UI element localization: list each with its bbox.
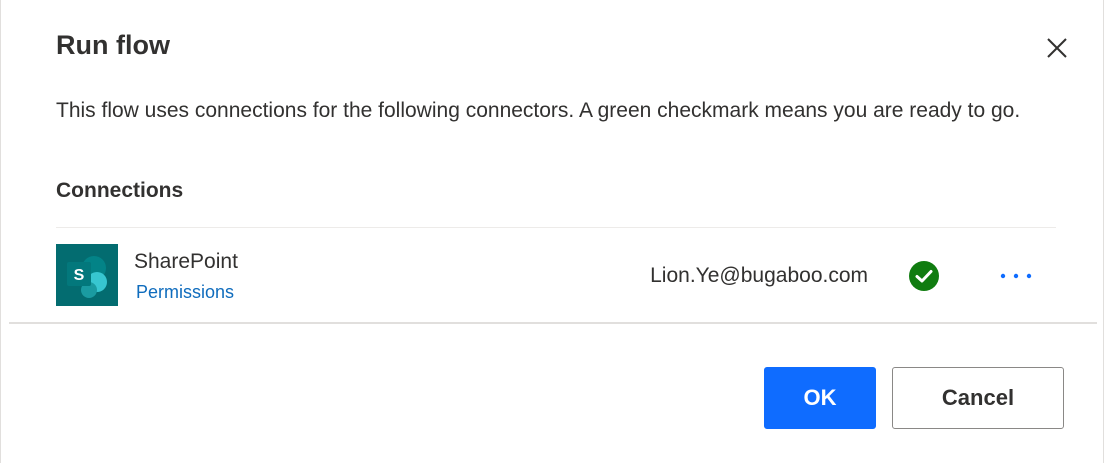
checkmark-icon	[908, 260, 940, 292]
footer-divider	[9, 322, 1097, 324]
dialog-title: Run flow	[56, 30, 170, 60]
run-flow-dialog: Run flow This flow uses connections for …	[0, 0, 1104, 463]
more-options-button[interactable]	[994, 260, 1038, 292]
sharepoint-icon: S	[56, 244, 118, 306]
close-icon	[1047, 38, 1067, 58]
connections-heading: Connections	[56, 179, 184, 202]
ok-button[interactable]: OK	[764, 367, 876, 429]
connection-row: S SharePoint Permissions Lion.Ye@bugaboo…	[56, 244, 1056, 308]
connection-account: Lion.Ye@bugaboo.com	[650, 264, 868, 287]
close-button[interactable]	[1041, 32, 1073, 64]
permissions-link[interactable]: Permissions	[136, 282, 234, 303]
dialog-description: This flow uses connections for the follo…	[56, 99, 1021, 122]
connections-divider	[56, 227, 1056, 228]
ellipsis-icon	[1000, 273, 1032, 279]
sharepoint-logo-letter: S	[74, 267, 85, 284]
cancel-button[interactable]: Cancel	[892, 367, 1064, 429]
connector-name: SharePoint	[134, 250, 238, 273]
